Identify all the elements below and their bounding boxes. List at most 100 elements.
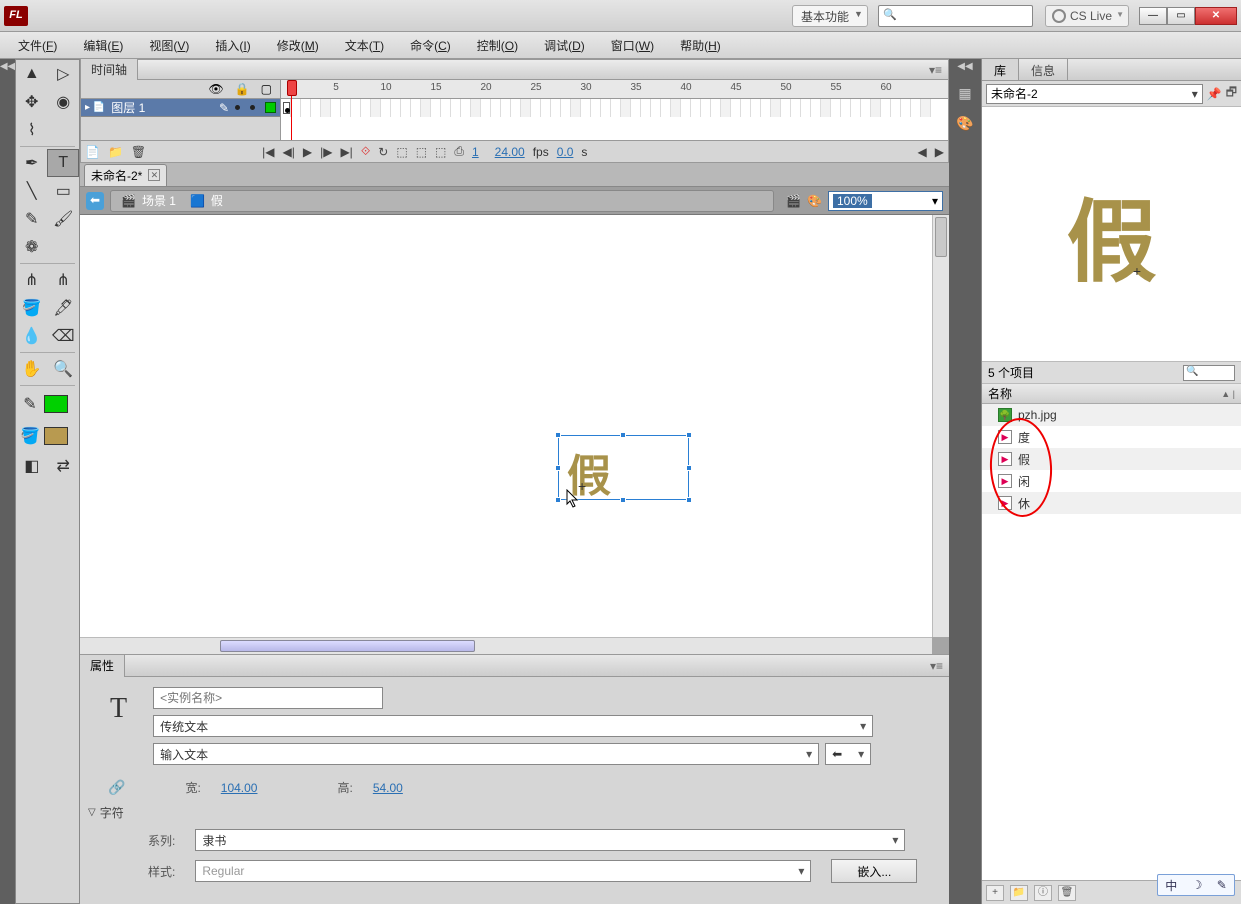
3d-rotation-tool[interactable]: ◉ (48, 88, 80, 116)
resize-handle[interactable] (555, 432, 561, 438)
swap-colors-button[interactable]: ⇄ (48, 452, 80, 480)
menu-w[interactable]: 窗口(W) (599, 34, 666, 57)
library-doc-select[interactable]: 未命名-2 (986, 84, 1203, 104)
bone-tool[interactable]: ⋔ (16, 266, 48, 294)
font-family-select[interactable]: 隶书 (195, 829, 905, 851)
resize-handle[interactable] (620, 497, 626, 503)
horizontal-scrollbar[interactable] (80, 637, 932, 654)
step-back-button[interactable]: ◀| (283, 145, 295, 159)
new-library-button[interactable]: 🗗 (1226, 83, 1237, 104)
align-panel-icon[interactable]: ▦ (955, 85, 975, 103)
link-icon[interactable]: 🔗 (108, 779, 125, 796)
pen-tool[interactable]: ✒ (16, 149, 47, 177)
outline-column-icon[interactable]: ▢ (261, 82, 272, 96)
menu-d[interactable]: 调试(D) (532, 34, 597, 57)
menu-t[interactable]: 文本(T) (333, 34, 396, 57)
character-section[interactable]: 字符 (80, 800, 949, 825)
menu-o[interactable]: 控制(O) (465, 34, 530, 57)
menu-m[interactable]: 修改(M) (265, 34, 331, 57)
center-frame-button[interactable]: ⟐ (361, 144, 370, 159)
menu-c[interactable]: 命令(C) (398, 34, 463, 57)
font-style-select[interactable]: Regular (195, 860, 811, 882)
paint-bucket-tool[interactable]: 🪣 (16, 294, 48, 322)
text-engine-select[interactable]: 传统文本 (153, 715, 873, 737)
layer-row[interactable]: ▸ 📄 图层 1 (81, 99, 280, 117)
restore-button[interactable]: ▭ (1167, 7, 1195, 25)
panel-menu-icon[interactable]: ▾≡ (924, 659, 949, 673)
text-type-select[interactable]: 输入文本 (153, 743, 819, 765)
ink-bottle-tool[interactable]: 🖋 (48, 294, 80, 322)
resize-handle[interactable] (686, 432, 692, 438)
expand-right-icon[interactable]: ◀◀ (957, 61, 972, 72)
back-button[interactable]: ⬅ (86, 192, 104, 210)
loop-button[interactable]: ↻ (378, 145, 388, 159)
library-item[interactable]: ▶休 (982, 492, 1241, 514)
brush-tool[interactable]: 🖌 (48, 205, 80, 233)
pencil-tool[interactable]: ✎ (16, 205, 48, 233)
rectangle-tool[interactable]: ▭ (48, 177, 80, 205)
text-orientation-select[interactable]: ⬅ (825, 743, 871, 765)
menu-h[interactable]: 帮助(H) (668, 34, 733, 57)
library-search-input[interactable] (1183, 365, 1235, 381)
free-transform-tool[interactable]: ✥ (16, 88, 48, 116)
info-tab[interactable]: 信息 (1019, 59, 1068, 80)
stage[interactable]: 假 + (80, 215, 932, 637)
library-column-header[interactable]: 名称▲ | (982, 384, 1241, 404)
cslive-button[interactable]: CS Live (1045, 5, 1129, 27)
timeline-tab[interactable]: 时间轴 (81, 59, 138, 80)
edit-symbol-button[interactable]: 🎨 (807, 194, 822, 208)
library-item[interactable]: ▶假 (982, 448, 1241, 470)
properties-button[interactable]: ⓘ (1034, 885, 1052, 901)
onion-skin-button[interactable]: ⬚ (396, 145, 407, 159)
resize-handle[interactable] (686, 497, 692, 503)
zoom-tool[interactable]: 🔍 (48, 355, 80, 383)
current-frame[interactable]: 1 (472, 145, 479, 159)
new-layer-button[interactable]: 📄 (85, 145, 100, 159)
deco-tool[interactable]: ❁ (16, 233, 48, 261)
minimize-button[interactable]: — (1139, 7, 1167, 25)
goto-last-button[interactable]: ▶| (340, 145, 352, 159)
search-input[interactable] (878, 5, 1033, 27)
resize-handle[interactable] (686, 465, 692, 471)
lock-column-icon[interactable]: 🔒 (235, 82, 250, 96)
resize-handle[interactable] (555, 465, 561, 471)
step-fwd-button[interactable]: |▶ (320, 145, 332, 159)
playhead[interactable] (291, 80, 292, 140)
menu-e[interactable]: 编辑(E) (71, 34, 135, 57)
library-item[interactable]: 🌳pzh.jpg (982, 404, 1241, 426)
properties-tab[interactable]: 属性 (80, 654, 125, 677)
breadcrumb[interactable]: 🎬 场景 1 🟦 假 (110, 190, 774, 212)
bind-tool[interactable]: ⋔ (48, 266, 80, 294)
expand-left-icon[interactable]: ◀◀ (0, 61, 15, 72)
menu-i[interactable]: 插入(I) (203, 34, 262, 57)
dock-mid-strip[interactable]: ◀◀ ▦ 🎨 (949, 59, 981, 904)
new-folder-button[interactable]: 📁 (1010, 885, 1028, 901)
delete-item-button[interactable]: 🗑 (1058, 885, 1076, 901)
resize-handle[interactable] (555, 497, 561, 503)
library-item[interactable]: ▶闲 (982, 470, 1241, 492)
workspace-switcher[interactable]: 基本功能 (792, 5, 868, 27)
embed-button[interactable]: 嵌入... (831, 859, 917, 883)
pin-library-button[interactable]: 📌 (1207, 87, 1222, 101)
goto-first-button[interactable]: |◀ (262, 145, 274, 159)
new-symbol-button[interactable]: + (986, 885, 1004, 901)
play-button[interactable]: ▶ (303, 145, 312, 159)
new-folder-button[interactable]: 📁 (108, 145, 123, 159)
panel-menu-icon[interactable]: ▾≡ (923, 63, 948, 77)
text-tool[interactable]: T (47, 149, 79, 177)
time-value[interactable]: 0.0 (557, 145, 574, 159)
resize-handle[interactable] (620, 432, 626, 438)
selection-tool[interactable]: ▲ (16, 60, 48, 88)
height-value[interactable]: 54.00 (373, 781, 403, 795)
library-item[interactable]: ▶度 (982, 426, 1241, 448)
delete-layer-button[interactable]: 🗑 (131, 145, 146, 159)
eyedropper-tool[interactable]: 💧 (16, 322, 48, 350)
hand-tool[interactable]: ✋ (16, 355, 48, 383)
fps-value[interactable]: 24.00 (495, 145, 525, 159)
color-panel-icon[interactable]: 🎨 (955, 115, 975, 133)
vertical-scrollbar[interactable] (932, 215, 949, 637)
document-tab[interactable]: 未命名-2* ✕ (84, 164, 167, 186)
visibility-column-icon[interactable]: 👁 (208, 82, 223, 96)
instance-name-input[interactable] (153, 687, 383, 709)
zoom-select[interactable]: 100%▾ (828, 191, 943, 211)
